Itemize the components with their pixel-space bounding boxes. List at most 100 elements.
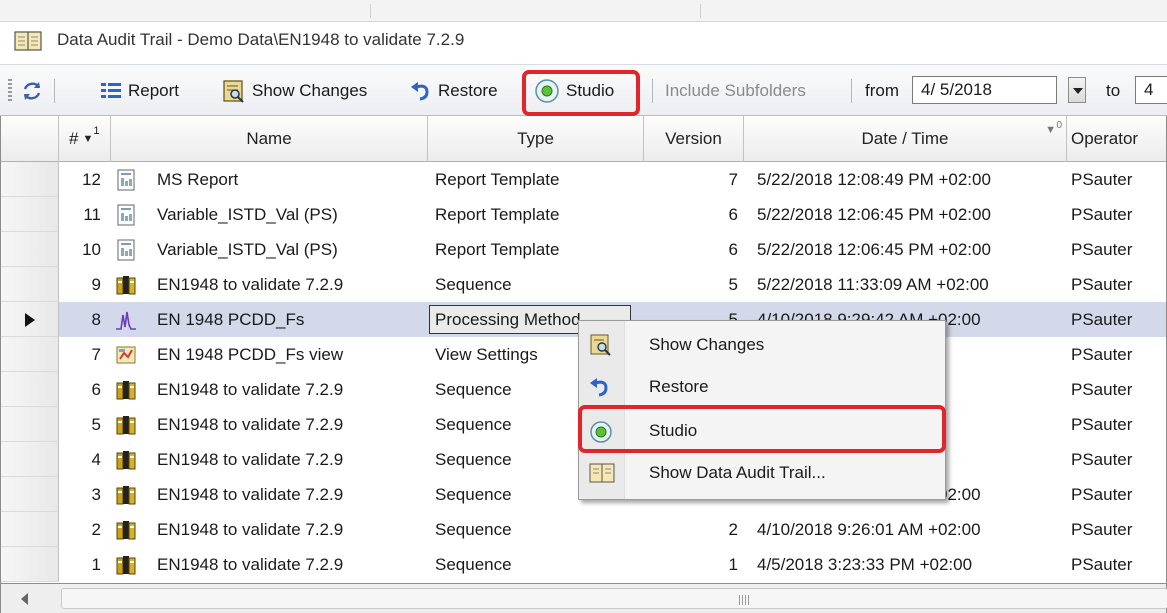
- cell-type: Sequence: [435, 520, 512, 539]
- header-name[interactable]: Name: [111, 116, 428, 162]
- report-list-icon: [101, 83, 121, 98]
- cell-num: 7: [91, 345, 101, 364]
- row-selector[interactable]: [1, 267, 59, 302]
- cell-num: 2: [91, 520, 101, 539]
- show-changes-button[interactable]: Show Changes: [222, 78, 367, 104]
- table-row[interactable]: 9 EN1948 to validate 7.2.9 Sequence 5 5/22/2…: [1, 267, 1166, 302]
- menu-item-show-data-audit-trail[interactable]: Show Data Audit Trail...: [579, 453, 945, 493]
- cell-num: 5: [91, 415, 101, 434]
- cell-operator: PSauter: [1071, 485, 1133, 504]
- cell-num: 4: [91, 450, 101, 469]
- row-selector[interactable]: [1, 372, 59, 407]
- cell-operator: PSauter: [1071, 310, 1133, 329]
- show-changes-label: Show Changes: [252, 81, 368, 100]
- cell-type: Report Template: [435, 170, 560, 189]
- from-date-dropdown[interactable]: [1068, 77, 1086, 103]
- current-row-arrow-icon: [25, 313, 35, 327]
- cell-operator: PSauter: [1071, 415, 1133, 434]
- include-subfolders-button[interactable]: Include Subfolders: [665, 78, 806, 104]
- cell-type: Report Template: [435, 205, 560, 224]
- row-selector[interactable]: [1, 197, 59, 232]
- menu-item-studio[interactable]: Studio: [579, 411, 945, 451]
- menu-item-label: Show Changes: [649, 335, 765, 354]
- to-date-field[interactable]: 4: [1135, 76, 1167, 104]
- cell-datetime: 4/10/2018 9:26:01 AM +02:00: [757, 520, 981, 539]
- include-subfolders-label: Include Subfolders: [665, 81, 806, 100]
- cell-name: EN 1948 PCDD_Fs view: [157, 345, 344, 364]
- sort-desc-icon: ▼: [82, 133, 94, 145]
- cell-operator: PSauter: [1071, 345, 1133, 364]
- cell-name: EN1948 to validate 7.2.9: [157, 450, 344, 469]
- strip-divider: [370, 4, 371, 18]
- top-strip: [0, 0, 1167, 22]
- cell-num: 10: [82, 240, 101, 259]
- studio-label: Studio: [566, 81, 615, 100]
- horizontal-scrollbar[interactable]: [0, 584, 1167, 613]
- sequence-icon: [115, 379, 137, 401]
- row-selector[interactable]: [1, 477, 59, 512]
- table-row[interactable]: 12 MS Report Report Template 7 5/22/2018 12:…: [1, 162, 1166, 197]
- cell-operator: PSauter: [1071, 170, 1133, 189]
- strip-divider: [700, 4, 701, 18]
- row-selector[interactable]: [1, 162, 59, 197]
- grid-header: # ▼ 1 Name Type Version Date / Time ▼ 0 …: [1, 116, 1166, 162]
- cell-name: EN1948 to validate 7.2.9: [157, 380, 344, 399]
- table-row[interactable]: 1 EN1948 to validate 7.2.9 Sequence 1 4/5/20…: [1, 547, 1166, 582]
- restore-button[interactable]: Restore: [410, 78, 498, 104]
- refresh-button[interactable]: [20, 78, 50, 104]
- toolbar-grip[interactable]: [8, 79, 12, 101]
- table-row[interactable]: 11 Variable_ISTD_Val (PS) Report Template 6…: [1, 197, 1166, 232]
- report-template-icon: [115, 204, 137, 226]
- cell-operator: PSauter: [1071, 240, 1133, 259]
- toolbar-separator: [851, 79, 852, 103]
- processing-method-icon: [115, 309, 137, 331]
- sequence-icon: [115, 484, 137, 506]
- cell-num: 9: [91, 275, 101, 294]
- menu-item-label: Show Data Audit Trail...: [649, 463, 826, 482]
- row-selector[interactable]: [1, 337, 59, 372]
- to-label: to: [1106, 78, 1120, 104]
- header-type[interactable]: Type: [428, 116, 644, 162]
- table-row[interactable]: 10 Variable_ISTD_Val (PS) Report Template 6…: [1, 232, 1166, 267]
- from-label-text: from: [865, 81, 899, 100]
- row-selector[interactable]: [1, 407, 59, 442]
- cell-num: 11: [83, 205, 101, 224]
- header-datetime[interactable]: Date / Time ▼ 0: [744, 116, 1067, 162]
- cell-version: 6: [728, 205, 738, 224]
- cell-version: 1: [728, 555, 738, 574]
- scroll-left-button[interactable]: [3, 587, 51, 611]
- cell-num: 3: [91, 485, 101, 504]
- scroll-thumb[interactable]: [61, 588, 1167, 609]
- restore-icon: [589, 376, 613, 398]
- context-menu: Show Changes Restore Studio Show Data Audit…: [578, 320, 946, 500]
- report-button[interactable]: Report: [100, 78, 179, 104]
- row-selector[interactable]: [1, 512, 59, 547]
- cell-name: EN1948 to validate 7.2.9: [157, 275, 344, 294]
- header-operator[interactable]: Operator: [1067, 116, 1166, 162]
- toolbar-separator: [54, 79, 55, 103]
- menu-item-restore[interactable]: Restore: [579, 367, 945, 407]
- from-date-field[interactable]: 4/ 5/2018: [912, 76, 1057, 104]
- header-num[interactable]: # ▼ 1: [59, 116, 111, 162]
- table-row[interactable]: 2 EN1948 to validate 7.2.9 Sequence 2 4/10/2…: [1, 512, 1166, 547]
- menu-item-show-changes[interactable]: Show Changes: [579, 325, 945, 365]
- header-num-label: #: [69, 129, 79, 148]
- cell-datetime: 4/5/2018 3:23:33 PM +02:00: [757, 555, 973, 574]
- studio-button[interactable]: Studio: [534, 78, 614, 104]
- cell-datetime: 5/22/2018 12:06:45 PM +02:00: [757, 205, 991, 224]
- cell-operator: PSauter: [1071, 450, 1133, 469]
- row-selector[interactable]: [1, 547, 59, 582]
- cell-datetime: 5/22/2018 12:08:49 PM +02:00: [757, 170, 991, 189]
- cell-datetime: 5/22/2018 11:33:09 AM +02:00: [757, 275, 989, 294]
- scroll-thumb-grip: [739, 595, 751, 605]
- header-version[interactable]: Version: [644, 116, 744, 162]
- row-selector[interactable]: [1, 302, 59, 337]
- audit-trail-book-icon: [589, 462, 615, 484]
- toolbar-separator: [652, 79, 653, 103]
- studio-icon: [589, 420, 613, 443]
- sort-desc-icon: ▼: [1045, 124, 1056, 136]
- cell-type: Report Template: [435, 240, 560, 259]
- row-selector[interactable]: [1, 442, 59, 477]
- sort-order-badge: 1: [93, 125, 100, 137]
- row-selector[interactable]: [1, 232, 59, 267]
